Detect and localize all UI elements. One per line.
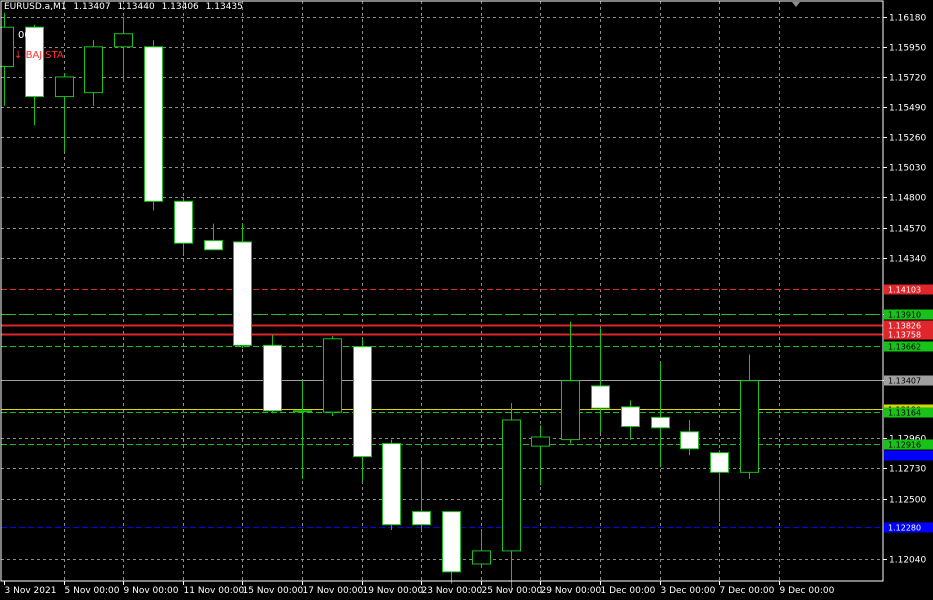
candle-body[interactable] [561,380,580,441]
candle-body[interactable] [204,240,223,251]
candle-body[interactable] [621,406,640,428]
candle-body[interactable] [531,436,550,447]
signal-label: ↓ BAJISTA [14,50,64,61]
ohlc-close: 1.13435 [205,2,243,12]
candle-body[interactable] [293,410,312,413]
price-axis: 1.16180 1.15950 1.15720 1.15490 1.15260 1.150… [883,14,933,566]
candle-body[interactable] [472,550,491,565]
price-tag-label: 1.12280 [888,524,921,533]
price-tick-label: 1.16180 [889,14,926,24]
price-tick-label: 1.14570 [889,225,926,235]
candle-body[interactable] [353,346,372,458]
arrow-down-icon: ↓ [14,50,23,61]
time-tick-label: 17 Nov 00:00 [303,586,364,596]
price-tick-label: 1.12730 [889,465,926,475]
price-tick-label: 1.12040 [889,556,926,566]
candle-body[interactable] [382,443,401,526]
ohlc-low: 1.13406 [161,2,199,12]
candlestick-series[interactable] [0,12,759,591]
time-axis: 3 Nov 2021 5 Nov 00:00 9 Nov 00:00 11 Nov 0… [4,581,835,596]
price-tag-label: 1.14103 [888,286,921,295]
price-tick-label: 1.14340 [889,255,926,265]
ohlc-high: 1.13440 [117,2,155,12]
candle-body[interactable] [174,200,193,244]
candle-body[interactable] [233,241,252,346]
time-tick-label: 9 Nov 00:00 [124,586,179,596]
chart-shift-marker-icon[interactable] [792,2,800,7]
price-tag [884,450,933,461]
price-chart[interactable]: 1.16180 1.15950 1.15720 1.15490 1.15260 1.150… [0,0,933,600]
price-tag-label: 1.13662 [888,343,921,352]
ohlc-open: 1.13407 [73,2,111,12]
chart-grid [1,1,883,581]
symbol-label: EURUSD.a,M1 [4,2,67,12]
candle-body[interactable] [442,511,461,573]
price-tick-label: 1.15950 [889,44,926,54]
candle-body[interactable] [323,338,342,413]
price-tag-label: 1.13758 [888,331,921,340]
price-tag-label: 1.12916 [888,441,921,450]
price-tag-label: 1.13826 [888,322,921,331]
time-tick-label: 3 Dec 00:00 [661,586,716,596]
price-tag-label: 1.13910 [888,311,921,320]
time-tick-label: 19 Nov 00:00 [363,586,424,596]
indicator-note: 00 [18,30,31,41]
candle-body[interactable] [412,511,431,526]
candle-body[interactable] [502,419,521,552]
price-tick-label: 1.15030 [889,164,926,174]
candle-body[interactable] [680,431,699,450]
candle-body[interactable] [84,46,103,94]
price-tick-label: 1.14800 [889,194,926,204]
time-tick-label: 7 Dec 00:00 [720,586,775,596]
candle-body[interactable] [114,33,133,48]
time-tick-label: 9 Dec 00:00 [780,586,835,596]
price-tag-label: 1.13164 [888,409,921,418]
candle-body[interactable] [710,452,729,473]
price-tick-label: 1.15260 [889,134,926,144]
price-tick-label: 1.15490 [889,104,926,114]
candle-body[interactable] [740,380,759,473]
candle-body[interactable] [0,26,14,67]
time-tick-label: 29 Nov 00:00 [541,586,602,596]
time-tick-label: 15 Nov 00:00 [243,586,304,596]
price-tick-label: 1.12500 [889,496,926,506]
signal-text: BAJISTA [25,50,64,61]
price-tick-label: 1.15720 [889,74,926,84]
candle-body[interactable] [651,416,670,429]
time-tick-label: 3 Nov 2021 [5,586,57,596]
time-tick-label: 23 Nov 00:00 [422,586,483,596]
candle-body[interactable] [144,46,163,202]
candle-body[interactable] [55,76,74,98]
candle-body[interactable] [263,344,282,412]
price-tag-label: 1.13407 [888,377,921,386]
time-tick-label: 25 Nov 00:00 [482,586,543,596]
chart-frame [0,0,884,582]
candle-body[interactable] [591,385,610,409]
time-tick-label: 11 Nov 00:00 [184,586,245,596]
time-tick-label: 1 Dec 00:00 [601,586,656,596]
time-tick-label: 5 Nov 00:00 [65,586,120,596]
chart-header: EURUSD.a,M1 1.13407 1.13440 1.13406 1.13… [4,2,247,12]
